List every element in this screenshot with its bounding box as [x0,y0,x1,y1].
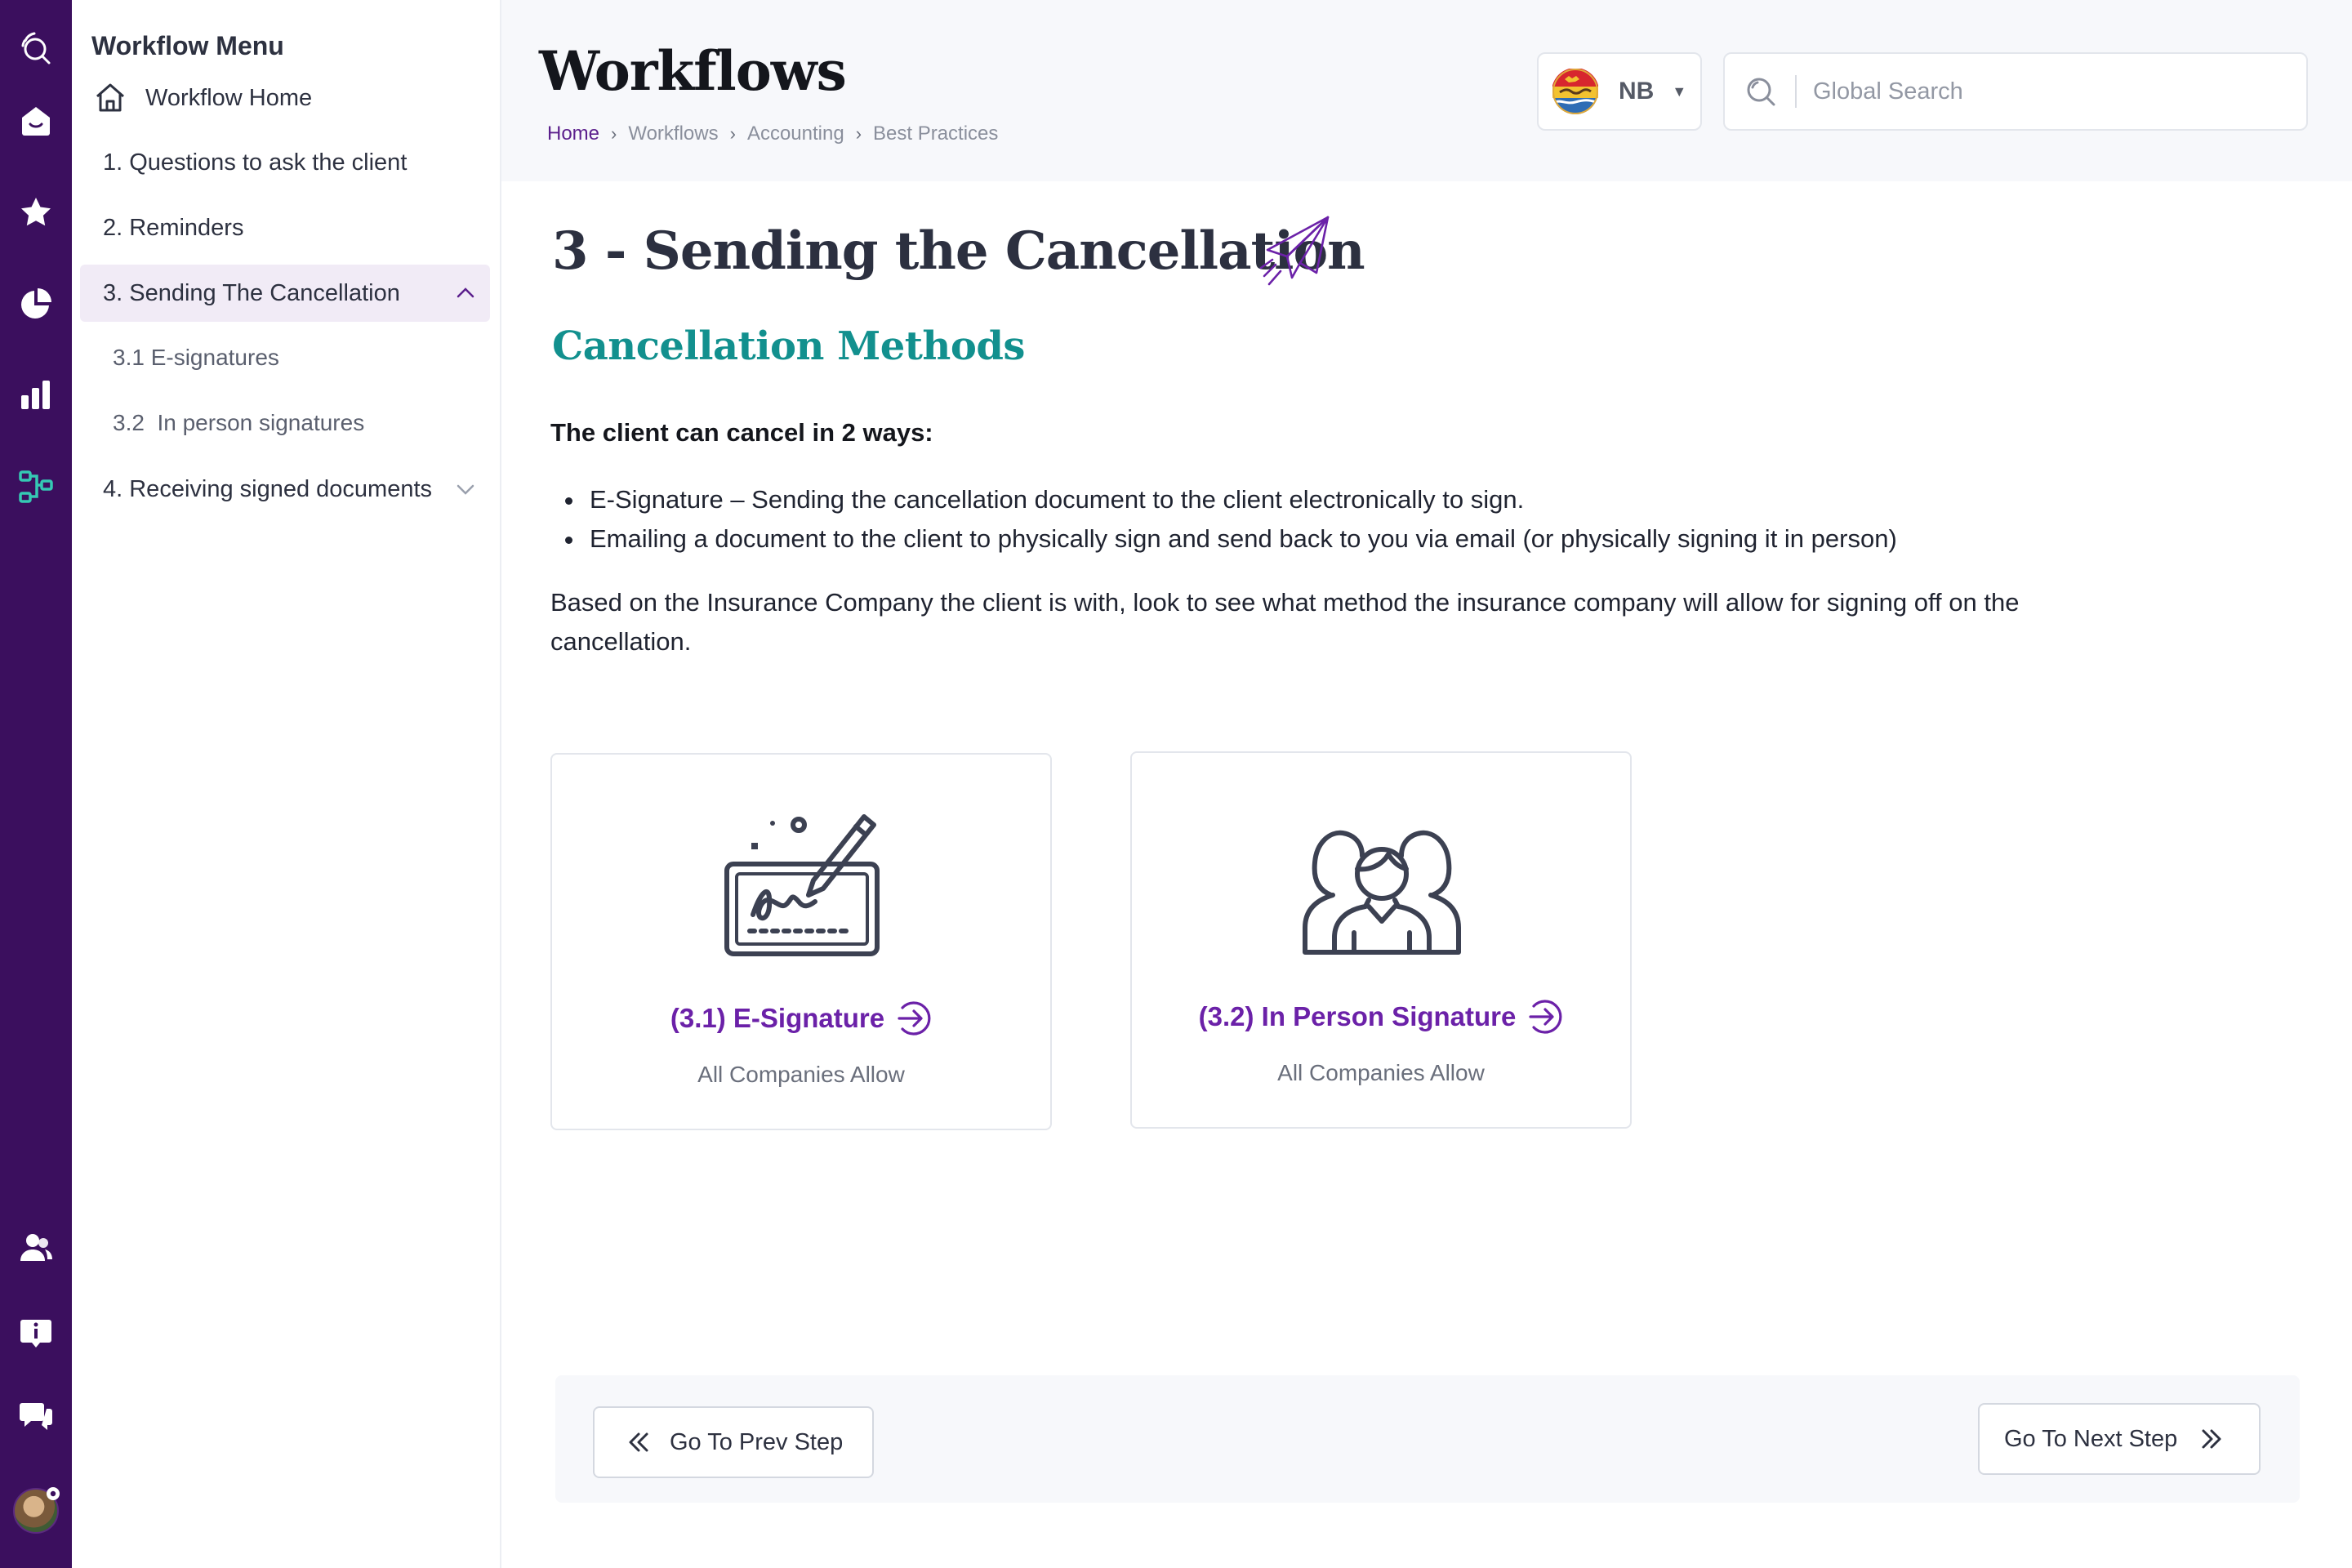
workflow-menu: Workflow Menu Workflow Home 1. Questions… [72,0,501,1568]
workflow-home-label: Workflow Home [145,84,313,111]
menu-item-reminders[interactable]: 2. Reminders [80,199,490,256]
arrow-circle-right-icon [1529,1000,1562,1034]
people-group-icon [1303,830,1461,955]
step-navigation: Go To Prev Step Go To Next Step [555,1375,2300,1503]
global-search[interactable] [1723,52,2308,131]
double-chevron-left-icon [629,1432,648,1452]
chevron-up-icon[interactable] [454,282,477,305]
section-title: 3 - Sending the Cancellation [552,220,1365,282]
menu-item-receiving-signed[interactable]: 4. Receiving signed documents [80,461,490,518]
province-flag-icon [1552,69,1598,114]
list-item: E-Signature – Sending the cancellation d… [565,480,1897,519]
breadcrumb-home[interactable]: Home [547,122,599,145]
e-signature-card[interactable]: (3.1) E-Signature All Companies Allow [550,753,1052,1130]
breadcrumb-best-practices: Best Practices [873,122,999,145]
breadcrumb-separator: › [611,123,617,144]
home-icon [96,83,124,112]
province-selector[interactable]: NB ▼ [1537,52,1702,131]
icon-rail [0,0,72,1568]
next-step-label: Go To Next Step [2004,1425,2178,1452]
breadcrumb-workflows[interactable]: Workflows [628,122,718,145]
next-step-button[interactable]: Go To Next Step [1978,1403,2261,1475]
page-title: Workflows [539,39,847,103]
home-icon[interactable] [18,103,54,139]
e-signature-link[interactable]: (3.1) E-Signature [552,1000,1050,1037]
menu-item-questions[interactable]: 1. Questions to ask the client [80,134,490,191]
lead-text: The client can cancel in 2 ways: [550,418,933,447]
menu-item-label: 4. Receiving signed documents [103,475,433,502]
bar-chart-icon[interactable] [18,377,54,413]
card-subtitle: All Companies Allow [697,1062,905,1087]
page-header: Workflows Home › Workflows › Accounting … [501,0,2352,181]
global-search-input[interactable] [1813,78,2270,105]
search-icon[interactable] [18,31,54,67]
paper-plane-icon [1259,216,1330,286]
search-icon [1747,78,1775,106]
workflow-home-link[interactable]: Workflow Home [93,78,312,118]
breadcrumb-separator: › [729,123,736,144]
province-code: NB [1619,78,1655,105]
menu-subitem-in-person-signatures[interactable]: 3.2 In person signatures [113,399,364,448]
caret-down-icon: ▼ [1672,82,1687,100]
chevron-down-icon[interactable] [454,478,477,501]
card-title: (3.1) E-Signature [670,1003,885,1033]
menu-item-label: 2. Reminders [103,214,244,241]
users-icon[interactable] [18,1230,54,1266]
signature-tablet-icon [724,814,880,956]
card-title: (3.2) In Person Signature [1198,1001,1517,1031]
list-item: Emailing a document to the client to phy… [565,519,1897,559]
card-subtitle: All Companies Allow [1277,1060,1485,1085]
workflow-icon[interactable] [18,469,54,505]
breadcrumb: Home › Workflows › Accounting › Best Pra… [547,122,998,145]
in-person-signature-link[interactable]: (3.2) In Person Signature [1132,998,1630,1036]
settings-gear-icon[interactable] [44,1485,62,1503]
menu-title: Workflow Menu [91,31,284,60]
breadcrumb-accounting[interactable]: Accounting [747,122,844,145]
arrow-circle-right-icon [898,1001,931,1036]
menu-item-label: 1. Questions to ask the client [103,149,408,176]
prev-step-button[interactable]: Go To Prev Step [593,1406,874,1478]
menu-item-sending-cancellation[interactable]: 3. Sending The Cancellation [80,265,490,322]
menu-subitem-e-signatures[interactable]: 3.1 E-signatures [113,333,279,382]
in-person-signature-card[interactable]: (3.2) In Person Signature All Companies … [1130,751,1632,1129]
chat-icon[interactable] [18,1398,54,1434]
methods-list: E-Signature – Sending the cancellation d… [565,480,1897,559]
explanation-paragraph: Based on the Insurance Company the clien… [550,588,2020,656]
search-divider [1795,75,1797,108]
breadcrumb-separator: › [855,123,862,144]
pie-chart-icon[interactable] [18,286,54,322]
star-icon[interactable] [18,194,54,230]
subheading: Cancellation Methods [552,323,1025,369]
info-icon[interactable] [18,1315,54,1351]
prev-step-label: Go To Prev Step [670,1428,844,1455]
double-chevron-right-icon [2202,1429,2221,1449]
menu-item-label: 3. Sending The Cancellation [103,279,400,306]
